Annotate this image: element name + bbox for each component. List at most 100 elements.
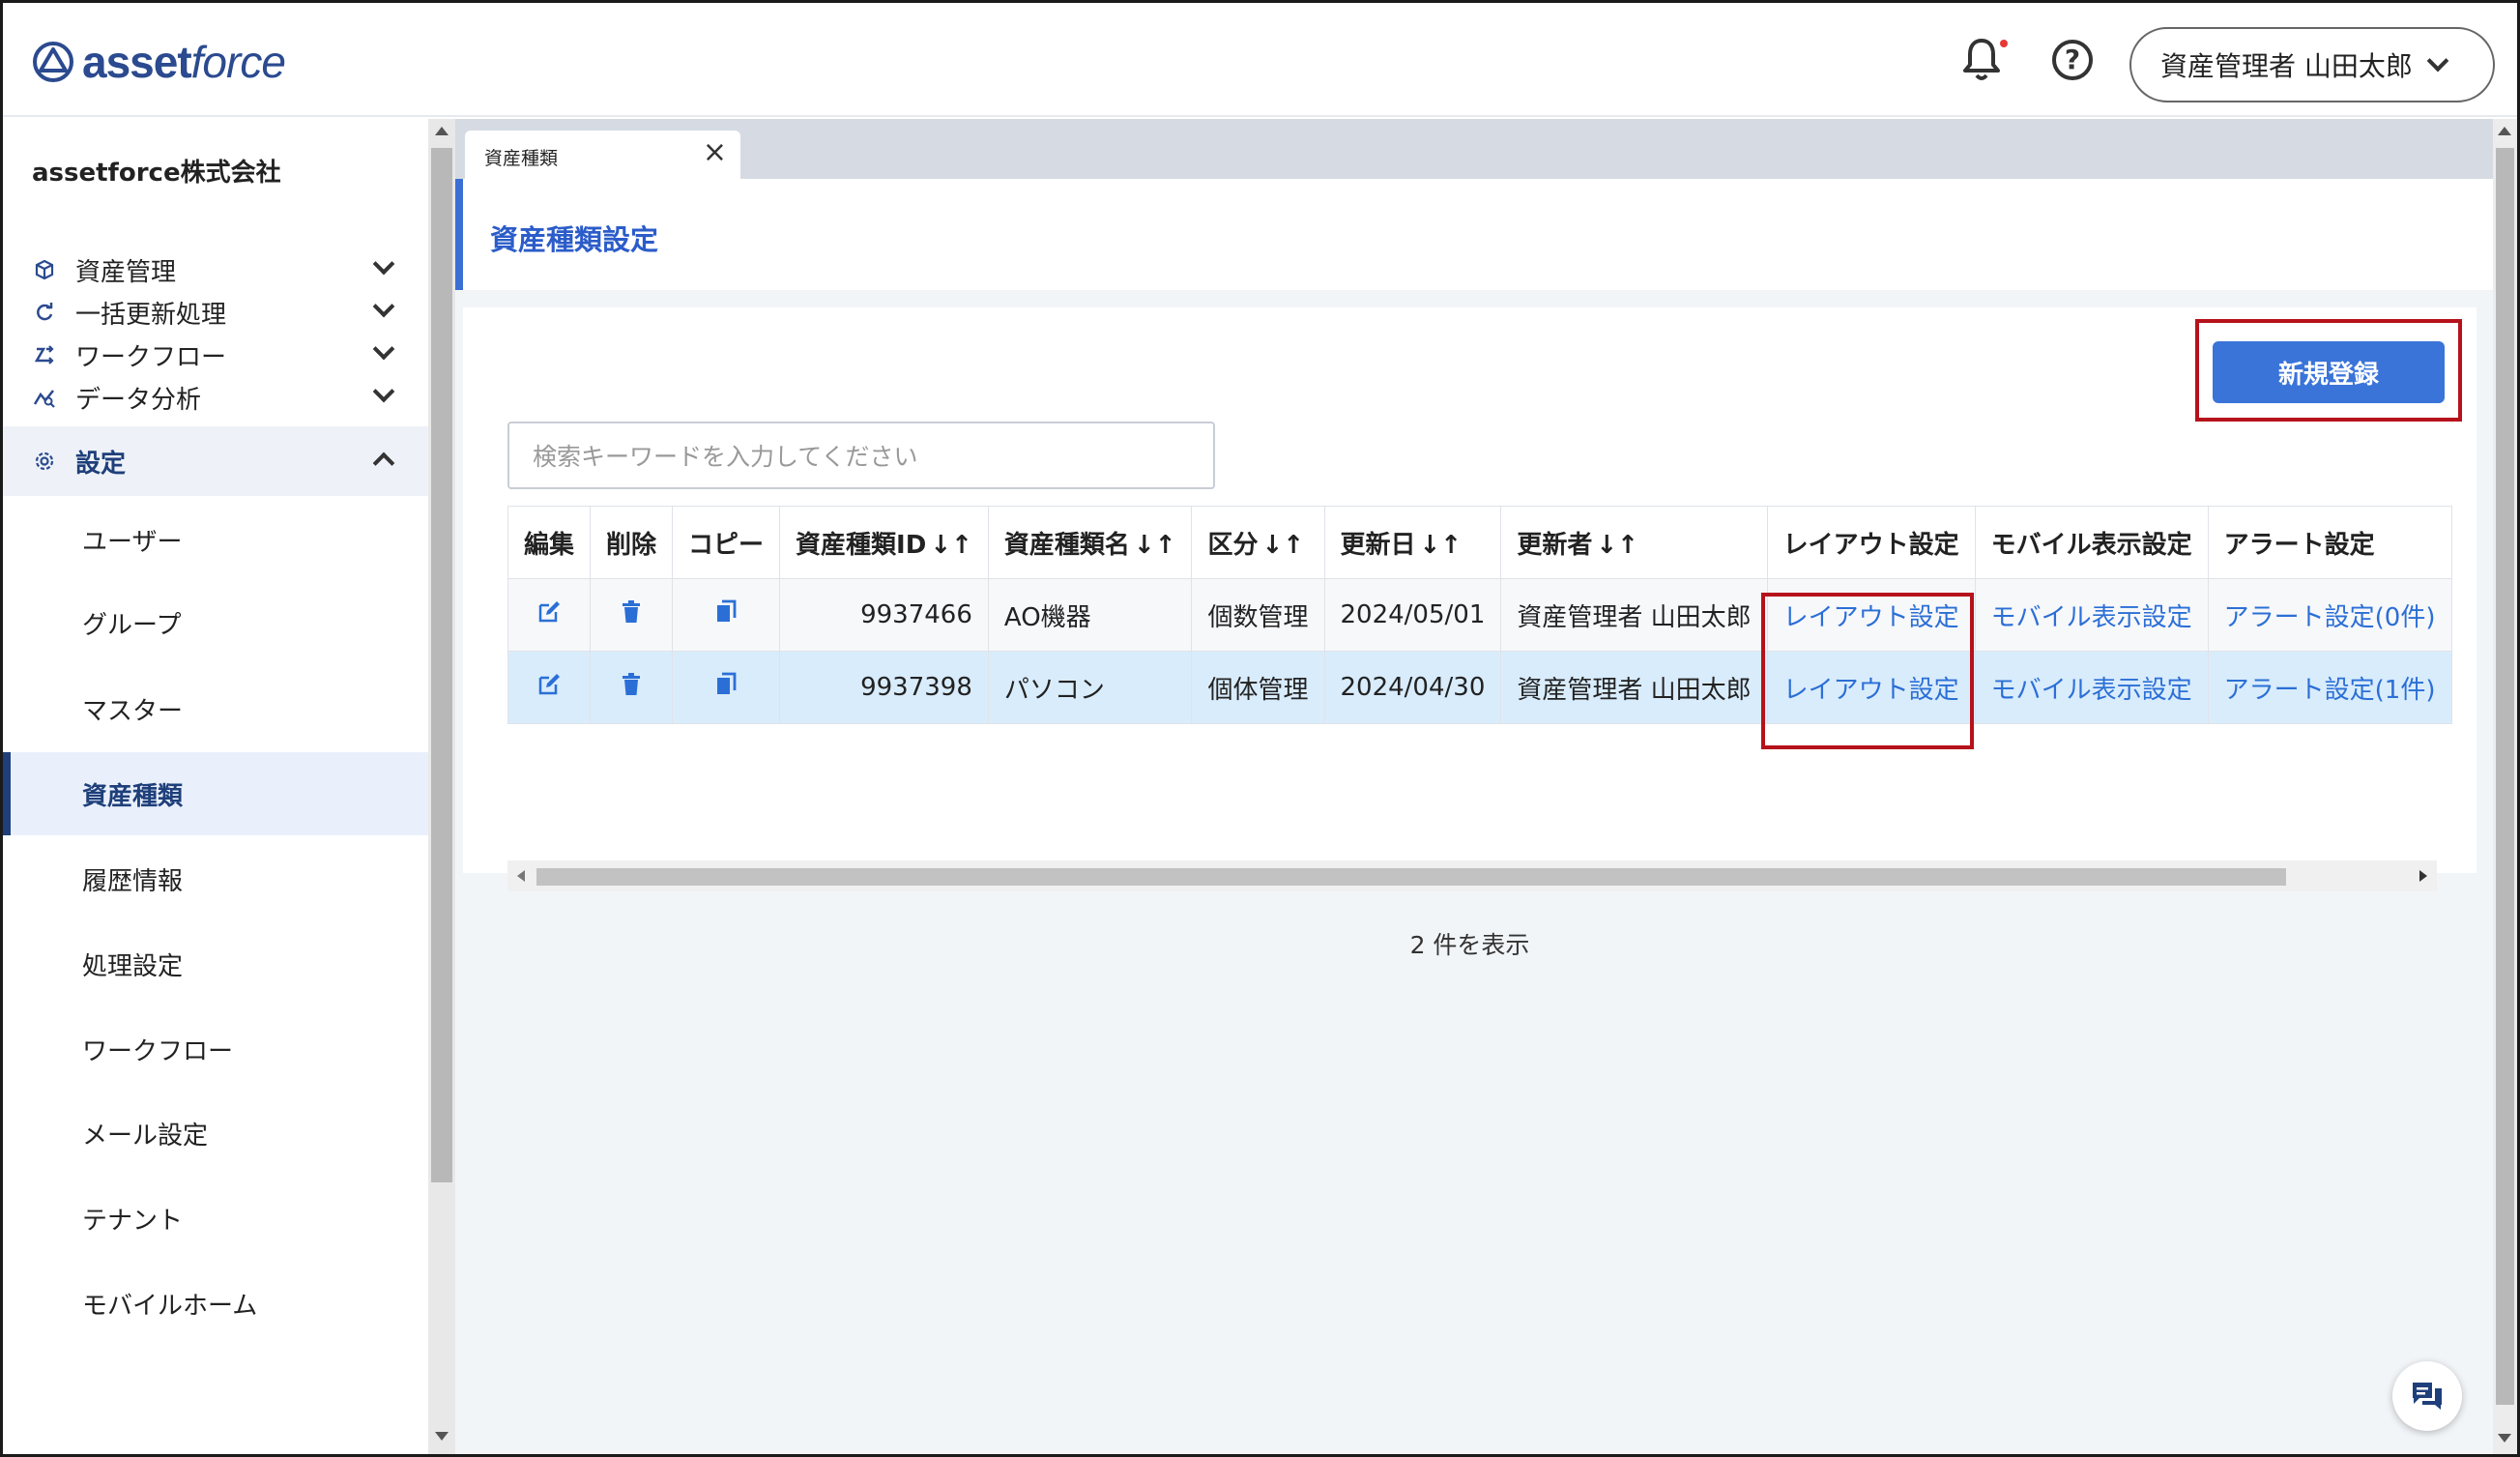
sort-icon[interactable]: ↓↑ [1596,531,1638,560]
help-icon[interactable]: ? [2052,40,2093,80]
sidebar: assetforce株式会社 資産管理 一括更新処理 ワークフロー データ分析 … [3,119,428,1454]
sidebar-subitem-tenant[interactable]: テナント [3,1177,428,1260]
sort-icon[interactable]: ↓↑ [930,531,972,560]
alert-settings-link[interactable]: アラート設定(0件) [2207,578,2452,652]
sidebar-subitem-users[interactable]: ユーザー [3,498,428,581]
chat-icon [2413,1383,2442,1410]
column-header-sortable[interactable]: 資産種類名 ↓↑ [987,506,1193,579]
copy-icon[interactable] [672,578,781,652]
scrollbar-thumb[interactable] [536,868,2286,886]
cell-updater: 資産管理者 山田太郎 [1500,651,1768,724]
page-title: 資産種類設定 [490,223,659,256]
company-name: assetforce株式会社 [32,159,281,188]
sort-icon[interactable]: ↓↑ [1420,531,1463,560]
chevron-down-icon [372,337,395,361]
column-header-label: 資産種類名 [1003,530,1130,560]
sidebar-scrollbar[interactable] [428,119,455,1454]
mobile-display-settings-link[interactable]: モバイル表示設定 [1974,651,2209,724]
chevron-down-icon [372,380,395,403]
cell-updated-date: 2024/04/30 [1323,651,1502,724]
scrollbar-thumb[interactable] [2496,148,2514,1405]
page-header: 資産種類設定 [455,179,2493,290]
main-content: 資産種類 × 資産種類設定 新規登録 検索キーワードを入力してください 編集 削… [455,119,2493,1454]
cell-asset-type-name: AO機器 [987,578,1193,652]
delete-icon[interactable] [590,651,674,724]
chat-button[interactable] [2392,1361,2462,1431]
sidebar-subitem-mail-settings[interactable]: メール設定 [3,1092,428,1175]
scroll-down-arrow-icon[interactable] [435,1432,449,1441]
new-registration-button[interactable]: 新規登録 [2213,341,2445,403]
sidebar-subitem-label: モバイルホーム [82,1291,258,1321]
sidebar-subitem-label: ユーザー [82,527,183,557]
alert-settings-link[interactable]: アラート設定(1件) [2207,651,2452,724]
column-header-label: 資産種類ID [796,530,927,560]
chevron-up-icon [372,452,395,475]
scroll-up-arrow-icon[interactable] [435,127,449,135]
notification-bell-icon[interactable] [1960,36,2003,84]
tab-bar: 資産種類 × [455,119,2493,181]
copy-icon[interactable] [672,651,781,724]
notification-badge [2000,40,2008,47]
sidebar-subitem-label: 履歴情報 [82,866,184,896]
column-header-label: 区分 [1207,530,1259,560]
sidebar-subitem-label: テナント [82,1206,184,1236]
sidebar-item-label: 設定 [75,449,127,479]
sidebar-subitem-label: マスター [82,696,184,726]
column-header-sortable[interactable]: 資産種類ID ↓↑ [779,506,989,579]
sidebar-subitem-label: ワークフロー [82,1036,234,1066]
cell-category: 個数管理 [1191,578,1325,652]
scroll-down-arrow-icon[interactable] [2498,1434,2511,1442]
sidebar-subitem-history[interactable]: 履歴情報 [3,837,428,920]
sidebar-subitem-label: 処理設定 [82,951,184,981]
column-header-label: 更新者 [1517,530,1593,560]
cell-category: 個体管理 [1191,651,1325,724]
table-horizontal-scrollbar[interactable] [507,860,2437,891]
layout-settings-link[interactable]: レイアウト設定 [1766,578,1976,652]
sidebar-subitem-master[interactable]: マスター [3,667,428,750]
asset-type-table: 編集 削除 コピー 資産種類ID ↓↑ 資産種類名 ↓↑ 区分 ↓↑ 更新日 ↓↑ 更新… [507,506,2452,724]
scroll-left-arrow-icon[interactable] [517,870,525,882]
scroll-up-arrow-icon[interactable] [2498,127,2511,135]
user-menu-label: 資産管理者 山田太郎 [2160,50,2413,82]
sidebar-subitem-asset-types[interactable]: 資産種類 [3,752,428,835]
tab-label: 資産種類 [484,148,559,169]
sidebar-item-data-analysis[interactable]: データ分析 [3,363,428,432]
sidebar-subitem-mobile-home[interactable]: モバイルホーム [3,1262,428,1345]
gear-icon [32,449,57,474]
column-header: コピー [672,506,781,579]
sidebar-subitem-label: メール設定 [82,1121,209,1151]
sidebar-subitem-groups[interactable]: グループ [3,581,428,664]
sort-icon[interactable]: ↓↑ [1262,531,1305,560]
analytics-icon [32,385,57,410]
sidebar-item-settings[interactable]: 設定 [3,426,428,496]
column-header-label: 更新日 [1340,530,1416,560]
sidebar-subitem-label: 資産種類 [82,781,184,811]
cell-asset-type-id: 9937398 [779,651,989,724]
sidebar-subitem-label: グループ [82,610,182,640]
logo[interactable]: assetforce [32,36,286,88]
column-header-sortable[interactable]: 更新日 ↓↑ [1323,506,1502,579]
sort-icon[interactable]: ↓↑ [1134,531,1176,560]
table-row[interactable]: 9937466 AO機器 個数管理 2024/05/01 資産管理者 山田太郎 … [507,578,2452,652]
column-header-sortable[interactable]: 区分 ↓↑ [1191,506,1325,579]
column-header-sortable[interactable]: 更新者 ↓↑ [1500,506,1768,579]
tab-asset-types[interactable]: 資産種類 × [465,131,740,181]
edit-icon[interactable] [507,578,592,652]
content-card: 新規登録 検索キーワードを入力してください 編集 削除 コピー 資産種類ID ↓↑… [463,307,2477,959]
user-menu-button[interactable]: 資産管理者 山田太郎 [2129,27,2495,102]
mobile-display-settings-link[interactable]: モバイル表示設定 [1974,578,2209,652]
chevron-down-icon [372,295,395,318]
sidebar-subitem-workflow[interactable]: ワークフロー [3,1007,428,1091]
edit-icon[interactable] [507,651,592,724]
sidebar-subitem-processing-settings[interactable]: 処理設定 [3,922,428,1005]
scroll-right-arrow-icon[interactable] [2419,870,2427,882]
delete-icon[interactable] [590,578,674,652]
logo-mark-icon [33,42,73,82]
main-scrollbar[interactable] [2493,119,2517,1454]
logo-text: assetforce [82,37,286,87]
table-row[interactable]: 9937398 パソコン 個体管理 2024/04/30 資産管理者 山田太郎 … [507,651,2452,724]
layout-settings-link[interactable]: レイアウト設定 [1766,651,1976,724]
close-icon[interactable]: × [703,138,727,167]
search-input[interactable]: 検索キーワードを入力してください [507,422,1215,489]
scrollbar-thumb[interactable] [431,148,452,1182]
